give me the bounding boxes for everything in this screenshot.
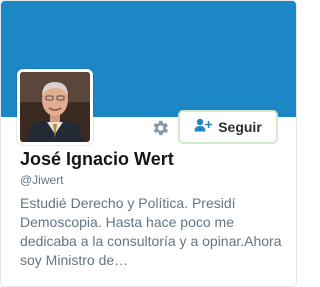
avatar[interactable] (17, 69, 93, 145)
follow-button[interactable]: Seguir (178, 110, 278, 144)
profile-bio: Estudié Derecho y Política. Presidí Demo… (20, 195, 282, 268)
gear-icon[interactable] (150, 118, 170, 138)
add-user-icon (194, 118, 213, 137)
follow-button-label: Seguir (218, 119, 262, 135)
profile-card: Seguir José Ignacio Wert @Jiwert Estudié… (0, 0, 297, 287)
avatar-photo (20, 72, 90, 142)
profile-name[interactable]: José Ignacio Wert (20, 149, 174, 170)
profile-handle[interactable]: @Jiwert (20, 173, 64, 187)
